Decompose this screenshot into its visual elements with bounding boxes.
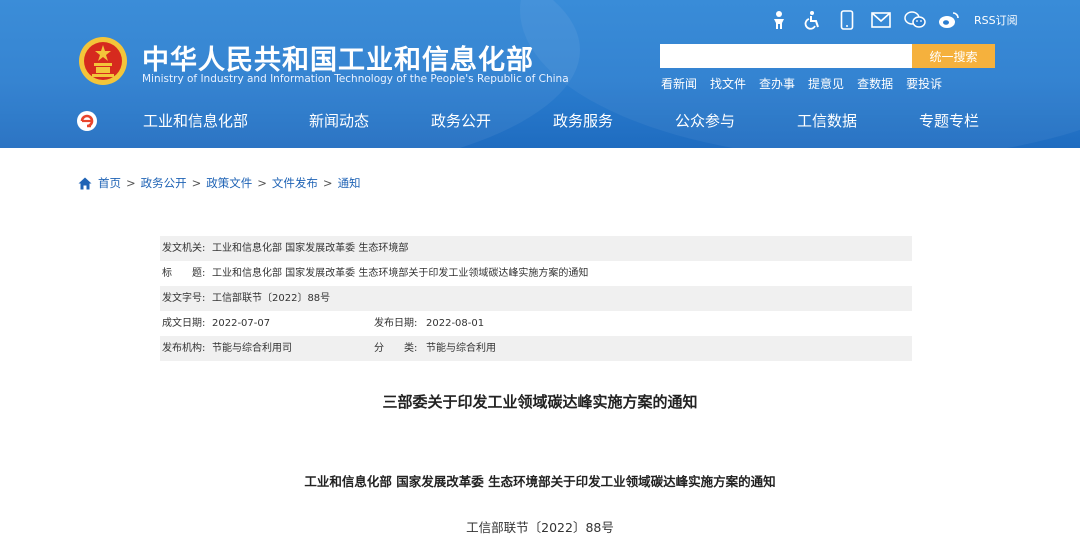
- mobile-icon[interactable]: [836, 9, 858, 31]
- site-subtitle: Ministry of Industry and Information Tec…: [142, 73, 569, 85]
- created-date-label: 成文日期:: [162, 318, 206, 329]
- doc-no-value: 工信部联节〔2022〕88号: [212, 293, 331, 304]
- home-icon[interactable]: [78, 177, 92, 190]
- quick-link-files[interactable]: 找文件: [710, 75, 746, 92]
- breadcrumb: 首页 > 政务公开 > 政策文件 > 文件发布 > 通知: [78, 175, 361, 191]
- nav-item-public-participation[interactable]: 公众参与: [675, 110, 735, 131]
- breadcrumb-open-government[interactable]: 政务公开: [141, 175, 187, 191]
- accessibility-icon[interactable]: [802, 9, 824, 31]
- nav-item-special-topics[interactable]: 专题专栏: [919, 110, 979, 131]
- top-utility-bar: RSS订阅: [768, 8, 1018, 32]
- title-value: 工业和信息化部 国家发展改革委 生态环境部关于印发工业领域碳达峰实施方案的通知: [212, 268, 589, 279]
- meta-row-title: 标 题: 工业和信息化部 国家发展改革委 生态环境部关于印发工业领域碳达峰实施方…: [160, 261, 912, 286]
- meta-row-org: 发布机构: 节能与综合利用司 分 类: 节能与综合利用: [160, 336, 912, 361]
- title-label: 标 题:: [162, 268, 206, 279]
- elder-mode-icon[interactable]: [768, 9, 790, 31]
- quick-link-feedback[interactable]: 提意见: [808, 75, 844, 92]
- nav-item-data[interactable]: 工信数据: [797, 110, 857, 131]
- published-date-value: 2022-08-01: [426, 318, 485, 329]
- created-date-value: 2022-07-07: [212, 318, 271, 329]
- org-value: 节能与综合利用司: [212, 343, 292, 354]
- meta-row-issuer: 发文机关: 工业和信息化部 国家发展改革委 生态环境部: [160, 236, 912, 261]
- published-date-label: 发布日期:: [374, 318, 418, 329]
- breadcrumb-home[interactable]: 首页: [98, 175, 121, 191]
- rss-label: RSS订阅: [974, 14, 1018, 27]
- national-emblem-icon[interactable]: [78, 36, 128, 86]
- document-metadata-table: 发文机关: 工业和信息化部 国家发展改革委 生态环境部 标 题: 工业和信息化部…: [160, 236, 912, 361]
- issuer-value: 工业和信息化部 国家发展改革委 生态环境部: [212, 243, 409, 254]
- quick-link-data[interactable]: 查数据: [857, 75, 893, 92]
- category-label: 分 类:: [374, 343, 418, 354]
- doc-no-label: 发文字号:: [162, 293, 206, 304]
- search-input[interactable]: [660, 44, 912, 68]
- nav-item-open-government[interactable]: 政务公开: [431, 110, 491, 131]
- breadcrumb-policy-documents[interactable]: 政策文件: [206, 175, 252, 191]
- nav-item-miit[interactable]: 工业和信息化部: [143, 110, 248, 131]
- site-title[interactable]: 中华人民共和国工业和信息化部: [142, 38, 534, 77]
- meta-row-dates: 成文日期: 2022-07-07 发布日期: 2022-08-01: [160, 311, 912, 336]
- meta-row-doc-no: 发文字号: 工信部联节〔2022〕88号: [160, 286, 912, 311]
- mail-icon[interactable]: [870, 9, 892, 31]
- unified-search-button[interactable]: 统一搜索: [912, 44, 995, 68]
- breadcrumb-separator: >: [257, 176, 267, 190]
- quick-link-services[interactable]: 查办事: [759, 75, 795, 92]
- quick-link-complaint[interactable]: 要投诉: [906, 75, 942, 92]
- breadcrumb-separator: >: [126, 176, 136, 190]
- org-label: 发布机构:: [162, 343, 206, 354]
- main-navigation: 工业和信息化部 新闻动态 政务公开 政务服务 公众参与 工信数据 专题专栏: [0, 100, 1080, 140]
- category-value: 节能与综合利用: [426, 343, 496, 354]
- breadcrumb-separator: >: [322, 176, 333, 190]
- document-title: 三部委关于印发工业领域碳达峰实施方案的通知: [382, 393, 698, 411]
- breadcrumb-document-release[interactable]: 文件发布: [272, 175, 318, 191]
- document-number: 工信部联节〔2022〕88号: [466, 520, 614, 535]
- quick-link-news[interactable]: 看新闻: [661, 75, 697, 92]
- rss-link[interactable]: RSS订阅: [974, 12, 1018, 28]
- quick-links: 看新闻 找文件 查办事 提意见 查数据 要投诉: [661, 75, 942, 92]
- wechat-icon[interactable]: [904, 9, 926, 31]
- breadcrumb-separator: >: [191, 176, 202, 190]
- document-subtitle: 工业和信息化部 国家发展改革委 生态环境部关于印发工业领域碳达峰实施方案的通知: [304, 474, 776, 489]
- weibo-icon[interactable]: [938, 9, 960, 31]
- nav-item-government-services[interactable]: 政务服务: [553, 110, 613, 131]
- breadcrumb-notice[interactable]: 通知: [338, 175, 361, 191]
- nav-item-news[interactable]: 新闻动态: [309, 110, 369, 131]
- issuer-label: 发文机关:: [162, 243, 206, 254]
- ministry-logo-icon[interactable]: [76, 110, 98, 132]
- site-header: 中华人民共和国工业和信息化部 Ministry of Industry and …: [0, 0, 1080, 148]
